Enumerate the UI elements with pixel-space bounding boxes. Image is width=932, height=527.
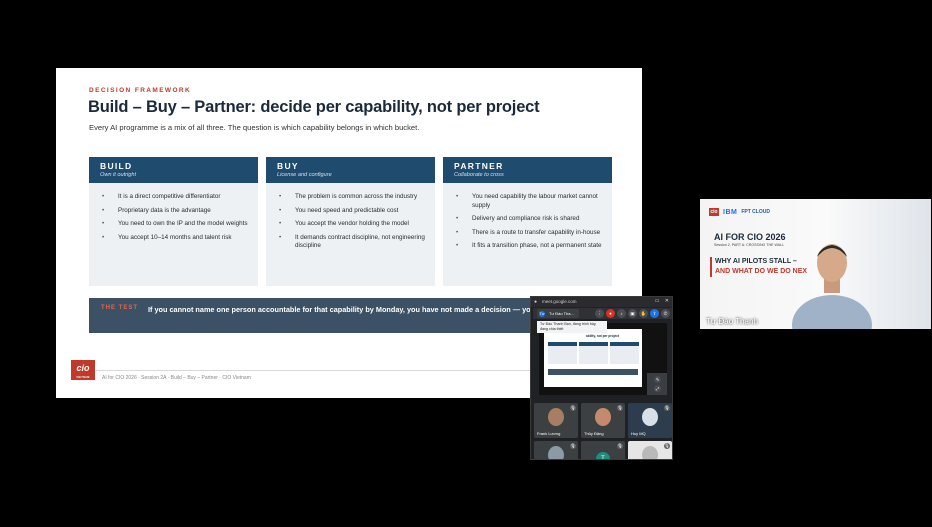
column-list: You need capability the labour market ca… <box>443 183 612 251</box>
column-header: BUY License and configure <box>266 157 435 183</box>
more-options-icon[interactable]: ⋮ <box>595 309 604 318</box>
mic-icon[interactable]: ♪ <box>617 309 626 318</box>
mic-off-icon: 🎙 <box>570 405 576 411</box>
cio-logo: cio <box>709 208 719 216</box>
slide-footer: AI for CIO 2026 · Session 2A · Build – B… <box>102 375 251 381</box>
speaker-person-image <box>792 244 872 329</box>
participant-name: Huy MQ <box>631 431 646 436</box>
mini-column <box>579 342 608 364</box>
participant-video <box>595 408 611 426</box>
participant-name: Frank Lương <box>537 431 561 436</box>
participant-tile[interactable]: 🎙 <box>534 441 578 459</box>
slide-subtitle: Every AI programme is a mix of all three… <box>89 123 420 132</box>
mic-off-icon: 🎙 <box>617 405 623 411</box>
event-title: AI FOR CIO 2026 <box>714 232 786 242</box>
column-tagline: Collaborate to cross <box>454 172 504 178</box>
camera-icon[interactable]: ▣ <box>628 309 637 318</box>
mic-off-icon: 🎙 <box>664 443 670 449</box>
cio-logo-sub: VIETNAM <box>76 376 90 379</box>
window-controls[interactable]: ▭ ✕ <box>655 298 671 304</box>
column-name: PARTNER <box>454 161 504 171</box>
mini-slide-title: ability, not per project <box>586 334 620 338</box>
column-tagline: Own it outright <box>100 172 137 178</box>
column-list: The problem is common across the industr… <box>266 183 435 251</box>
list-item: You accept the vendor holding the model <box>279 220 425 229</box>
presenter-chip[interactable]: Tư Tư Đào Tha... <box>537 309 579 318</box>
meet-pip-window[interactable]: ● meet.google.com ▭ ✕ Tư Tư Đào Tha... ⋮… <box>530 296 673 460</box>
site-icon: ● <box>534 299 538 305</box>
column-buy: BUY License and configure The problem is… <box>266 157 435 286</box>
speaker-name: Tư Đào Thanh <box>706 317 758 326</box>
column-name: BUY <box>277 161 299 171</box>
mic-off-icon: 🎙 <box>664 405 670 411</box>
expand-icon[interactable]: ⤢ <box>654 385 661 392</box>
list-item: You need speed and predictable cost <box>279 207 425 216</box>
mic-off-icon: 🎙 <box>617 443 623 449</box>
mute-icon[interactable]: ✎ <box>654 376 661 383</box>
column-name: BUILD <box>100 161 133 171</box>
column-tagline: License and configure <box>277 172 332 178</box>
participant-video <box>642 408 658 426</box>
column-header: PARTNER Collaborate to cross <box>443 157 612 183</box>
participant-tile[interactable]: 🎙 <box>628 441 672 459</box>
meet-controls: ⋮ ● ♪ ▣ ✋ ⇧ ✆ <box>595 309 670 318</box>
slide-title: Build – Buy – Partner: decide per capabi… <box>88 98 540 116</box>
presenter-chip-label: Tư Đào Tha... <box>549 311 574 316</box>
meet-toolbar: Tư Tư Đào Tha... ⋮ ● ♪ ▣ ✋ ⇧ ✆ <box>533 308 672 319</box>
cio-logo-text: cio <box>76 363 90 373</box>
ibm-logo: IBM <box>723 208 738 216</box>
session-line: Session 2, PART A: CROSSING THE WALL <box>714 243 785 247</box>
speaker-video-tile[interactable]: cio IBM FPT CLOUD AI FOR CIO 2026 Sessio… <box>700 199 931 329</box>
participant-tile[interactable]: T 🎙 <box>581 441 625 459</box>
slide-kicker: DECISION FRAMEWORK <box>89 87 192 94</box>
mini-pip-controls: ✎ ⤢ <box>647 373 667 395</box>
list-item: You accept 10–14 months and talent risk <box>102 234 248 243</box>
column-list: It is a direct competitive differentiato… <box>89 183 258 242</box>
meet-shared-screen: ability, not per project ✎ ⤢ <box>539 323 667 395</box>
mini-column <box>610 342 639 364</box>
hand-icon[interactable]: ✋ <box>639 309 648 318</box>
column-header: BUILD Own it outright <box>89 157 258 183</box>
list-item: You need to own the IP and the model wei… <box>102 220 248 229</box>
list-item: It fits a transition phase, not a perman… <box>456 242 602 251</box>
mini-column <box>548 342 577 364</box>
list-item: It is a direct competitive differentiato… <box>102 193 248 202</box>
cio-logo: cio VIETNAM <box>71 360 95 380</box>
mini-callout <box>548 369 638 375</box>
screen: DECISION FRAMEWORK Build – Buy – Partner… <box>0 0 932 527</box>
leave-icon[interactable]: ✆ <box>661 309 670 318</box>
list-item: Proprietary data is the advantage <box>102 207 248 216</box>
participant-video <box>548 408 564 426</box>
sponsor-logos: cio IBM FPT CLOUD <box>709 208 770 216</box>
participant-tile[interactable]: 🎙 Huy MQ <box>628 403 672 438</box>
participant-tile[interactable]: 🎙 Thủy Đặng <box>581 403 625 438</box>
record-icon[interactable]: ● <box>606 309 615 318</box>
presenter-tooltip: Tư Đào Thanh Bạn, đang trình bày, đang c… <box>537 321 607 333</box>
list-item: Delivery and compliance risk is shared <box>456 215 602 224</box>
meet-url-bar[interactable]: ● meet.google.com ▭ ✕ <box>531 297 672 307</box>
participant-name: Thủy Đặng <box>584 431 604 436</box>
list-item: It demands contract discipline, not engi… <box>279 234 425 251</box>
mic-off-icon: 🎙 <box>570 443 576 449</box>
participant-video <box>642 446 658 459</box>
fpt-cloud-logo: FPT CLOUD <box>741 209 770 215</box>
accent-bar <box>710 257 712 277</box>
meet-url: meet.google.com <box>542 299 577 304</box>
list-item: You need capability the labour market ca… <box>456 193 602 210</box>
present-icon[interactable]: ⇧ <box>650 309 659 318</box>
mini-slide-preview: ability, not per project <box>544 329 642 387</box>
participant-tile[interactable]: 🎙 Frank Lương <box>534 403 578 438</box>
presenter-avatar: Tư <box>539 310 545 317</box>
column-partner: PARTNER Collaborate to cross You need ca… <box>443 157 612 286</box>
headline-line-1: WHY AI PILOTS STALL – <box>715 258 797 265</box>
list-item: There is a route to transfer capability … <box>456 229 602 238</box>
list-item: The problem is common across the industr… <box>279 193 425 202</box>
column-build: BUILD Own it outright It is a direct com… <box>89 157 258 286</box>
participant-avatar: T <box>596 452 610 459</box>
participant-video <box>548 446 564 459</box>
